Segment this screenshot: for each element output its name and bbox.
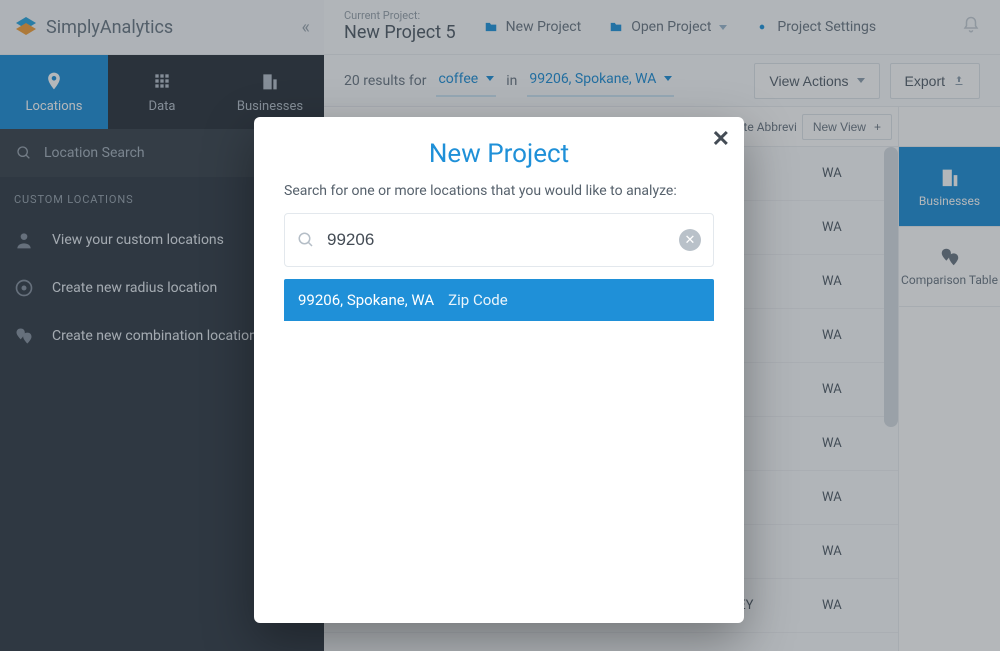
modal-close-button[interactable]: ✕	[712, 127, 730, 152]
modal-search-field[interactable]: ✕	[284, 213, 714, 267]
suggestion-list: 99206, Spokane, WA Zip Code	[284, 279, 714, 623]
suggestion-main: 99206, Spokane, WA	[298, 291, 434, 309]
clear-search-button[interactable]: ✕	[679, 229, 701, 251]
suggestion-item[interactable]: 99206, Spokane, WA Zip Code	[284, 279, 714, 321]
search-icon	[297, 231, 315, 249]
suggestion-type: Zip Code	[448, 291, 508, 309]
modal-title: New Project	[254, 117, 744, 183]
modal-search-input[interactable]	[327, 230, 667, 250]
new-project-modal: ✕ New Project Search for one or more loc…	[254, 117, 744, 623]
modal-subtitle: Search for one or more locations that yo…	[254, 183, 744, 213]
